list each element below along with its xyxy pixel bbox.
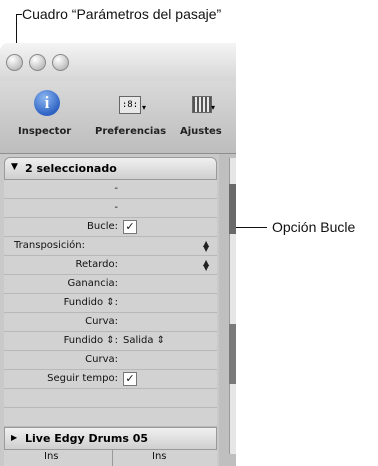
loop-label: Bucle: xyxy=(87,221,118,232)
gain-row: Ganancia: xyxy=(4,275,217,294)
preferences-button[interactable]: :8: ▾ Preferencias xyxy=(95,87,167,147)
loop-row: Bucle: ✓ xyxy=(4,218,217,237)
gain-label: Ganancia: xyxy=(67,278,118,289)
transpose-row: Transposición: ▲ ▼ xyxy=(4,237,217,256)
settings-icon xyxy=(192,96,212,113)
fade-out-select[interactable]: Salida ⇕ xyxy=(123,335,165,346)
param-row: - xyxy=(4,180,217,199)
preferences-icon: :8: xyxy=(119,96,141,114)
settings-button[interactable]: ▾ Ajustes xyxy=(180,87,236,147)
zoom-button[interactable] xyxy=(52,54,69,71)
chevron-down-icon: ▾ xyxy=(211,103,216,112)
disclosure-triangle-icon[interactable]: ▶ xyxy=(11,433,17,442)
param-row: - xyxy=(4,199,217,218)
info-icon: i xyxy=(34,90,60,116)
close-button[interactable] xyxy=(6,54,23,71)
delay-label: Retardo: xyxy=(75,259,118,270)
curve-label: Curva: xyxy=(85,316,118,327)
follow-tempo-row: Seguir tempo: ✓ xyxy=(4,370,217,389)
curve-row: Curva: xyxy=(4,313,217,332)
adjacent-panel-edge xyxy=(219,154,236,466)
insert-divider xyxy=(112,450,113,466)
follow-tempo-label: Seguir tempo: xyxy=(47,373,118,384)
param-dash: - xyxy=(114,183,118,194)
fade-out-row: Fundido ⇕: Salida ⇕ xyxy=(4,332,217,351)
fade-in-row: Fundido ⇕: xyxy=(4,294,217,313)
insert-slot-1[interactable]: Ins xyxy=(44,451,59,462)
adjacent-panel-strip xyxy=(229,324,236,384)
transpose-label: Transposición: xyxy=(14,240,85,251)
track-parameters-header[interactable]: ▶ Live Edgy Drums 05 xyxy=(4,427,217,450)
track-name: Live Edgy Drums 05 xyxy=(25,432,149,445)
selection-count: 2 seleccionado xyxy=(25,162,117,175)
param-dash: - xyxy=(114,202,118,213)
toolbar: i Inspector :8: ▾ Preferencias ▾ Ajustes xyxy=(0,81,236,154)
delay-stepper[interactable]: ▲ ▼ xyxy=(203,259,209,272)
follow-tempo-checkbox[interactable]: ✓ xyxy=(123,372,137,386)
region-parameters-header[interactable]: ▼ 2 seleccionado xyxy=(4,157,217,180)
chevron-down-icon: ▾ xyxy=(142,103,147,112)
insert-row: Ins Ins xyxy=(4,450,217,466)
settings-label: Ajustes xyxy=(180,126,222,137)
loop-checkbox[interactable]: ✓ xyxy=(123,220,137,234)
param-row-empty xyxy=(4,408,217,427)
inspector-button[interactable]: i Inspector xyxy=(18,87,78,147)
region-parameters-box: ▼ 2 seleccionado - - Bucle: ✓ Transposic… xyxy=(0,154,219,466)
preferences-label: Preferencias xyxy=(95,126,167,137)
delay-row: Retardo: ▲ ▼ xyxy=(4,256,217,275)
callout-loop-option: Opción Bucle xyxy=(272,219,356,235)
curve-label: Curva: xyxy=(85,354,118,365)
inspector-window: i Inspector :8: ▾ Preferencias ▾ Ajustes… xyxy=(0,43,236,466)
callout-leader-top-tick xyxy=(16,14,22,15)
fade-out-label[interactable]: Fundido ⇕: xyxy=(4,335,118,346)
adjacent-panel-strip xyxy=(229,184,236,234)
title-bar xyxy=(0,43,236,81)
minimize-button[interactable] xyxy=(29,54,46,71)
disclosure-triangle-icon[interactable]: ▼ xyxy=(11,162,18,172)
insert-slot-2[interactable]: Ins xyxy=(152,451,167,462)
curve-row: Curva: xyxy=(4,351,217,370)
inspector-label: Inspector xyxy=(18,126,72,137)
fade-in-label[interactable]: Fundido ⇕: xyxy=(4,297,118,308)
callout-region-parameters: Cuadro “Parámetros del pasaje” xyxy=(22,6,222,22)
transpose-stepper[interactable]: ▲ ▼ xyxy=(203,240,209,253)
param-row-empty xyxy=(4,389,217,408)
